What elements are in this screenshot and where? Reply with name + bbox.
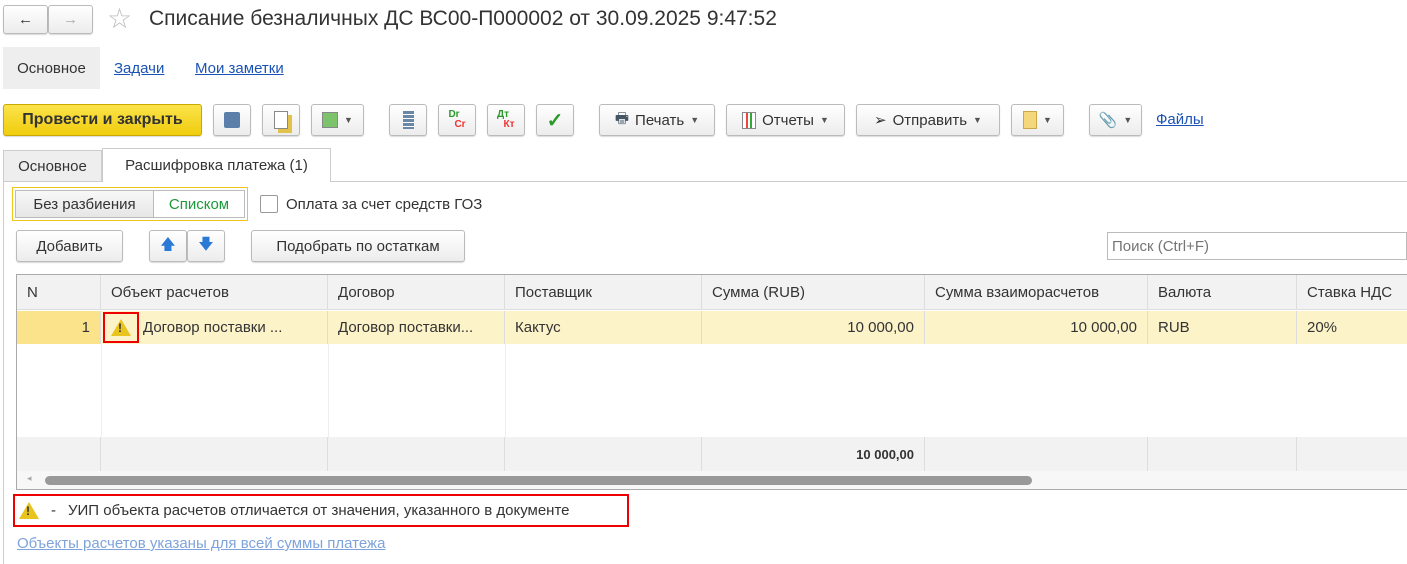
- arrow-down-icon: 🡇: [198, 235, 214, 253]
- dr-cr-button[interactable]: Dr Cr: [438, 104, 476, 136]
- col-header-sum[interactable]: Сумма (RUB): [702, 275, 925, 310]
- document-post-icon: [274, 111, 288, 129]
- nav-tab-main[interactable]: Основное: [3, 47, 100, 89]
- star-icon[interactable]: ☆: [107, 2, 132, 35]
- cell-sum[interactable]: 10 000,00: [702, 311, 925, 344]
- page-title: Списание безналичных ДС ВС00-П000002 от …: [149, 7, 777, 30]
- move-down-button[interactable]: 🡇: [187, 230, 225, 262]
- col-header-vat[interactable]: Ставка НДС: [1297, 275, 1407, 310]
- check-button[interactable]: ✓: [536, 104, 574, 136]
- search-input[interactable]: [1107, 232, 1407, 260]
- reports-icon: [742, 111, 757, 129]
- back-button[interactable]: ←: [3, 5, 48, 34]
- print-button[interactable]: 🖶 Печать ▼: [599, 104, 715, 136]
- save-icon: [224, 112, 240, 128]
- reports-button[interactable]: Отчеты ▼: [726, 104, 845, 136]
- post-button[interactable]: [262, 104, 300, 136]
- kt-label: Кт: [503, 119, 515, 130]
- goz-checkbox[interactable]: [260, 195, 278, 213]
- col-header-supplier[interactable]: Поставщик: [505, 275, 702, 310]
- cell-supplier[interactable]: Кактус: [505, 311, 702, 344]
- caret-down-icon: ▼: [690, 115, 700, 125]
- warning-icon: [19, 502, 39, 519]
- cr-label: Cr: [454, 119, 466, 130]
- send-icon: ➢: [874, 112, 887, 129]
- history-button[interactable]: ▼: [1011, 104, 1064, 136]
- goz-label: Оплата за счет средств ГОЗ: [286, 196, 483, 213]
- arrow-left-icon: ←: [18, 11, 33, 28]
- scrollbar-thumb[interactable]: [45, 476, 1032, 485]
- tab-main[interactable]: Основное: [3, 150, 102, 182]
- paperclip-icon: 📎: [1098, 112, 1118, 129]
- files-link[interactable]: Файлы: [1156, 111, 1204, 128]
- send-button[interactable]: ➢ Отправить ▼: [856, 104, 1000, 136]
- uip-warning-legend: - УИП объекта расчетов отличается от зна…: [13, 494, 629, 527]
- checkmark-icon: ✓: [546, 109, 564, 132]
- warning-icon: [111, 319, 131, 336]
- post-and-close-button[interactable]: Провести и закрыть: [3, 104, 202, 136]
- reports-label: Отчеты: [762, 111, 814, 129]
- printer-icon: 🖶: [614, 109, 630, 127]
- caret-down-icon: ▼: [819, 115, 829, 125]
- nav-tab-tasks[interactable]: Задачи: [114, 60, 164, 77]
- col-header-n[interactable]: N: [17, 275, 101, 310]
- create-based-icon: [322, 112, 339, 128]
- total-sum: 10 000,00: [702, 437, 925, 471]
- send-label: Отправить: [892, 111, 968, 129]
- list-icon: [402, 111, 414, 129]
- object-text: Договор поставки ...: [143, 319, 283, 336]
- caret-down-icon: ▼: [973, 115, 982, 125]
- horizontal-scrollbar[interactable]: ◂: [17, 471, 1407, 489]
- legend-dash: -: [51, 502, 56, 519]
- create-based-on-button[interactable]: ▼: [311, 104, 364, 136]
- pick-by-balances-button[interactable]: Подобрать по остаткам: [251, 230, 465, 262]
- cell-contract[interactable]: Договор поставки...: [328, 311, 505, 344]
- add-button[interactable]: Добавить: [16, 230, 123, 262]
- attach-button[interactable]: 📎 ▼: [1089, 104, 1142, 136]
- nav-tab-notes[interactable]: Мои заметки: [195, 60, 284, 77]
- scroll-left-icon[interactable]: ◂: [27, 473, 32, 484]
- document-clock-icon: [1023, 111, 1038, 129]
- caret-down-icon: ▼: [1043, 115, 1052, 125]
- col-header-currency[interactable]: Валюта: [1148, 275, 1297, 310]
- dt-kt-button[interactable]: Дт Кт: [487, 104, 525, 136]
- legend-text: УИП объекта расчетов отличается от значе…: [68, 502, 570, 519]
- col-header-object[interactable]: Объект расчетов: [101, 275, 328, 310]
- cell-sum-settle[interactable]: 10 000,00: [925, 311, 1148, 344]
- cell-object[interactable]: Договор поставки ...: [101, 311, 328, 344]
- list-button[interactable]: [389, 104, 427, 136]
- arrow-right-icon: →: [63, 11, 78, 28]
- forward-button[interactable]: →: [48, 5, 93, 34]
- list-toggle[interactable]: Списком: [154, 190, 245, 218]
- save-button[interactable]: [213, 104, 251, 136]
- col-header-sum-settle[interactable]: Сумма взаиморасчетов: [925, 275, 1148, 310]
- move-up-button[interactable]: 🡅: [149, 230, 187, 262]
- objects-full-sum-link[interactable]: Объекты расчетов указаны для всей суммы …: [17, 535, 385, 552]
- tab-payment-breakdown[interactable]: Расшифровка платежа (1): [102, 148, 331, 182]
- col-header-contract[interactable]: Договор: [328, 275, 505, 310]
- caret-down-icon: ▼: [1123, 115, 1133, 125]
- cell-currency[interactable]: RUB: [1148, 311, 1297, 344]
- arrow-up-icon: 🡅: [160, 235, 176, 253]
- cell-n: 1: [17, 311, 101, 344]
- cell-vat[interactable]: 20%: [1297, 311, 1407, 344]
- caret-down-icon: ▼: [344, 115, 353, 125]
- print-label: Печать: [635, 111, 685, 129]
- no-split-toggle[interactable]: Без разбиения: [15, 190, 154, 218]
